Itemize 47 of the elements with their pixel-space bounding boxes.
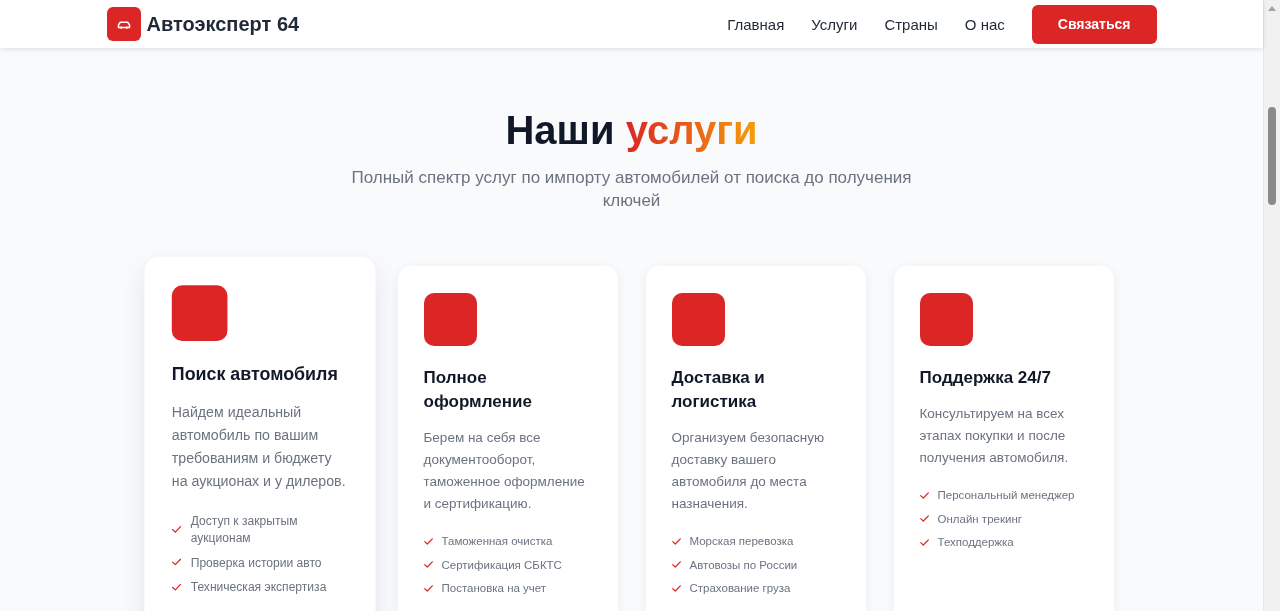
check-icon [171, 558, 181, 566]
feature-text: Техническая экспертиза [190, 579, 326, 596]
square-icon [423, 293, 477, 346]
nav-link[interactable]: Страны [884, 15, 938, 33]
feature-text: Страхование груза [689, 581, 791, 596]
square-icon [671, 293, 725, 346]
card-description: Найдем идеальный автомобиль по вашим требованиям и бюджету на аукционах и у дилеров. [171, 403, 347, 492]
card-title: Доставка и логистика [671, 367, 766, 413]
card-description: Организуем безопасную доставку вашего автомобиля до места назначения. [671, 429, 826, 513]
check-icon [171, 525, 181, 533]
check-icon [919, 491, 929, 499]
feature-text: Техподдержка [937, 535, 1014, 550]
scrollbar-thumb[interactable] [1268, 107, 1276, 205]
section-title: Наши услуги [505, 107, 758, 154]
nav-link[interactable]: Главная [727, 15, 785, 33]
contact-button[interactable]: Связаться [1031, 4, 1157, 44]
check-icon [919, 515, 929, 522]
feature-text: Персональный менеджер [937, 488, 1075, 503]
check-icon [423, 537, 433, 545]
check-icon [671, 537, 681, 545]
nav-link[interactable]: О нас [964, 15, 1005, 33]
check-icon [671, 561, 681, 568]
square-icon [171, 285, 227, 341]
check-icon [671, 584, 681, 592]
feature-text: Автовозы по России [689, 557, 798, 573]
card-title: Поиск автомобиля [171, 363, 339, 387]
check-icon [423, 561, 433, 568]
feature-text: Доступ к закрытым аукционам [190, 513, 298, 546]
check-icon [171, 583, 181, 591]
feature-text: Сертификация СБКТС [441, 557, 562, 573]
section-subtitle: Полный спектр услуг по импорту автомобилей от поиска до получения ключей [350, 167, 913, 212]
card-description: Консультируем на всех этапах покупки и после получения автомобиля. [919, 405, 1070, 467]
check-icon [423, 584, 433, 592]
scroll-up-arrow-icon[interactable] [1268, 6, 1276, 11]
card-title: Поддержка 24/7 [919, 367, 1052, 389]
card-title: Полное оформление [423, 367, 533, 413]
brand-name: Автоэксперт 64 [146, 12, 300, 36]
feature-text: Онлайн трекинг [937, 511, 1022, 527]
check-icon [919, 538, 929, 546]
nav-link[interactable]: Услуги [811, 15, 858, 33]
car-logo-icon [106, 7, 141, 41]
card-description: Берем на себя все документооборот, таможенное оформление и сертификацию. [423, 429, 586, 513]
feature-text: Таможенная очистка [441, 534, 553, 549]
feature-text: Постановка на учет [441, 581, 547, 596]
square-icon [919, 293, 973, 346]
feature-text: Морская перевозка [689, 534, 794, 549]
feature-text: Проверка истории авто [190, 554, 322, 571]
